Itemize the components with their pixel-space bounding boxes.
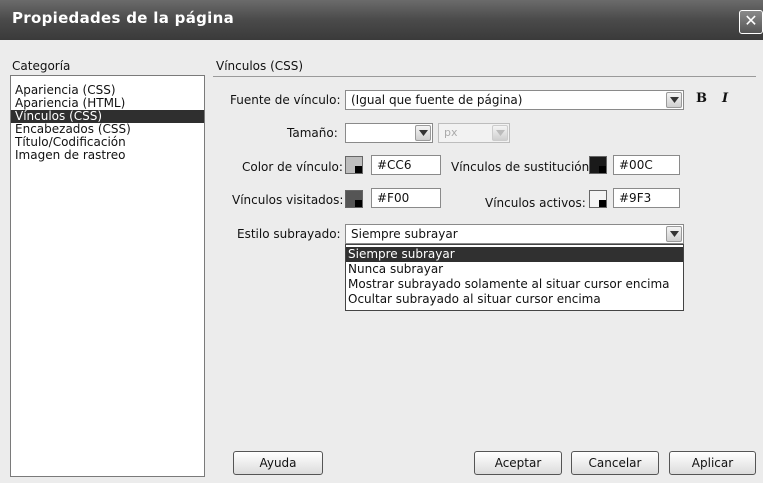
active-color-field[interactable]: #9F3: [613, 188, 680, 208]
category-item[interactable]: Imagen de rastreo: [11, 149, 204, 162]
ok-button[interactable]: Aceptar: [474, 451, 562, 475]
size-unit-value: px: [444, 126, 458, 139]
chevron-down-icon: [492, 125, 508, 141]
title-bar: Propiedades de la página ✕: [0, 0, 763, 40]
dropdown-option[interactable]: Ocultar subrayado al situar cursor encim…: [346, 292, 683, 307]
underline-style-select[interactable]: Siempre subrayar: [345, 224, 684, 244]
dropdown-option[interactable]: Siempre subrayar: [346, 247, 683, 262]
rollover-color-swatch[interactable]: [589, 156, 607, 174]
underline-style-value: Siempre subrayar: [351, 227, 458, 241]
visited-color-field[interactable]: #F00: [371, 188, 441, 208]
underline-style-label: Estilo subrayado:: [237, 227, 341, 241]
apply-button[interactable]: Aplicar: [669, 451, 756, 475]
visited-color-swatch[interactable]: [345, 190, 363, 208]
italic-button[interactable]: I: [722, 91, 728, 106]
panel-heading: Vínculos (CSS): [216, 59, 304, 73]
chevron-down-icon[interactable]: [415, 125, 431, 141]
link-font-select[interactable]: (Igual que fuente de página): [345, 90, 684, 110]
rollover-color-field[interactable]: #00C: [613, 155, 680, 175]
link-color-field[interactable]: #CC6: [371, 155, 441, 175]
category-heading: Categoría: [12, 59, 71, 73]
size-select[interactable]: [345, 123, 433, 143]
underline-style-dropdown[interactable]: Siempre subrayar Nunca subrayar Mostrar …: [345, 244, 684, 311]
rollover-color-label: Vínculos de sustitución:: [451, 160, 594, 174]
visited-color-label: Vínculos visitados:: [232, 193, 344, 207]
size-unit-select: px: [438, 123, 510, 143]
link-font-value: (Igual que fuente de página): [351, 93, 523, 107]
cancel-button[interactable]: Cancelar: [571, 451, 659, 475]
dialog-title: Propiedades de la página: [12, 9, 235, 27]
link-color-swatch[interactable]: [345, 156, 363, 174]
help-button[interactable]: Ayuda: [233, 451, 323, 475]
dropdown-option[interactable]: Nunca subrayar: [346, 262, 683, 277]
chevron-down-icon[interactable]: [666, 226, 682, 242]
chevron-down-icon[interactable]: [666, 92, 682, 108]
size-label: Tamaño:: [287, 126, 338, 140]
bold-button[interactable]: B: [696, 91, 707, 106]
link-color-label: Color de vínculo:: [242, 160, 343, 174]
active-color-swatch[interactable]: [589, 190, 607, 208]
category-list[interactable]: Apariencia (CSS) Apariencia (HTML) Víncu…: [10, 75, 205, 477]
close-icon[interactable]: ✕: [739, 10, 763, 34]
active-color-label: Vínculos activos:: [485, 196, 586, 210]
link-font-label: Fuente de vínculo:: [230, 93, 341, 107]
dropdown-option[interactable]: Mostrar subrayado solamente al situar cu…: [346, 277, 683, 292]
page-properties-dialog: Propiedades de la página ✕ Categoría Apa…: [0, 0, 763, 483]
divider: [213, 76, 756, 77]
